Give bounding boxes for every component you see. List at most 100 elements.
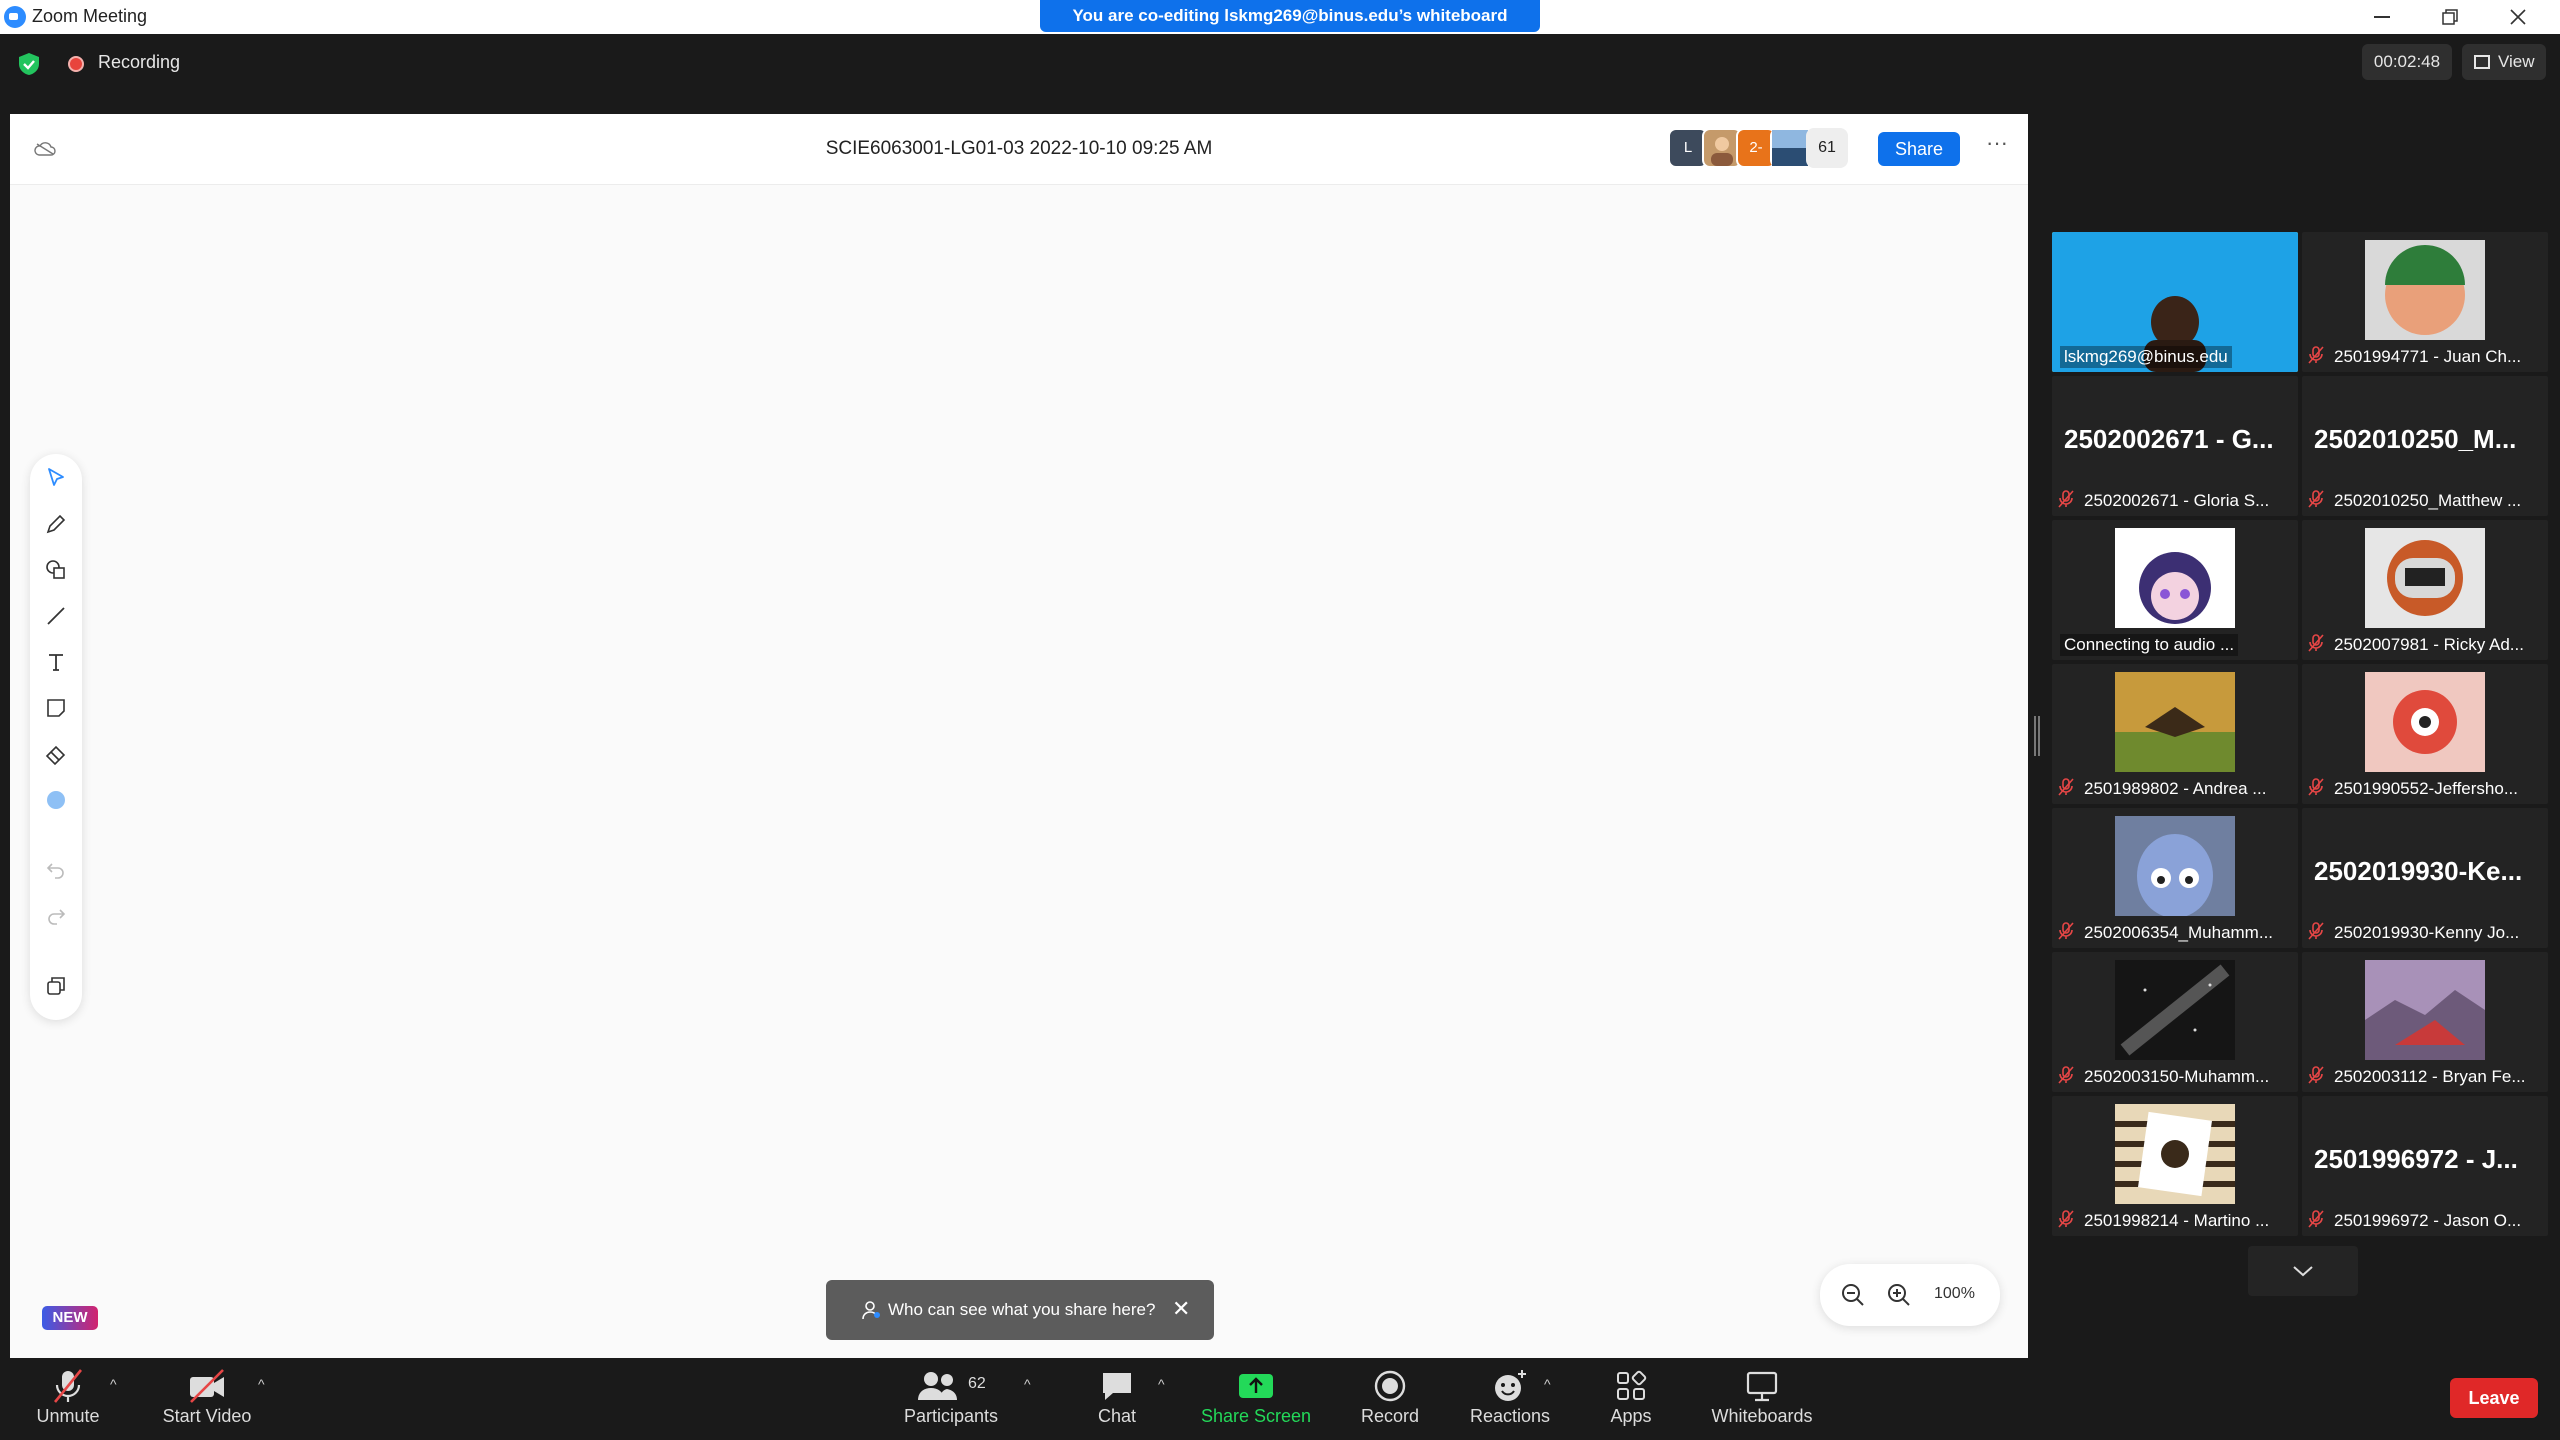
reactions-label: Reactions xyxy=(1469,1406,1551,1426)
participant-name: 2501998214 - Martino ... xyxy=(2084,1211,2270,1230)
color-picker[interactable] xyxy=(40,784,72,816)
whiteboard-icon xyxy=(1746,1371,1778,1402)
shapes-tool[interactable] xyxy=(40,554,72,586)
participant-name: 2502019930-Kenny Jo... xyxy=(2334,923,2520,942)
muted-mic-icon xyxy=(2058,1210,2074,1228)
whiteboards-button[interactable]: Whiteboards xyxy=(1700,1368,1824,1427)
video-tile[interactable]: 2501998214 - Martino ... xyxy=(2052,1096,2298,1236)
muted-mic-icon xyxy=(2058,1066,2074,1084)
leave-button[interactable]: Leave xyxy=(2450,1378,2538,1418)
avatar-image xyxy=(2365,528,2485,628)
muted-mic-icon xyxy=(53,1369,83,1403)
video-options-caret[interactable]: ^ xyxy=(258,1376,265,1392)
whiteboard-canvas[interactable]: SCIE6063001-LG01-03 2022-10-10 09:25 AM … xyxy=(10,114,2028,1358)
undo-button[interactable] xyxy=(40,854,72,886)
cursor-arrow-icon xyxy=(48,468,64,486)
avatar-image xyxy=(2365,240,2485,340)
share-screen-button[interactable]: Share Screen xyxy=(1196,1368,1316,1427)
participants-button[interactable]: 62 Participants xyxy=(896,1368,1006,1427)
gallery-next-page-button[interactable] xyxy=(2248,1246,2358,1296)
reactions-smiley-icon xyxy=(1495,1370,1526,1401)
zoom-app-icon xyxy=(4,6,26,28)
recording-label: Recording xyxy=(98,52,181,72)
more-options-button[interactable]: ··· xyxy=(1982,132,2012,162)
apps-button[interactable]: Apps xyxy=(1596,1368,1666,1427)
audio-options-caret[interactable]: ^ xyxy=(110,1376,117,1392)
whiteboards-label: Whiteboards xyxy=(1711,1406,1813,1426)
chat-button[interactable]: Chat xyxy=(1084,1368,1150,1427)
sticky-note-tool[interactable] xyxy=(40,692,72,724)
minimize-icon xyxy=(2374,16,2390,18)
color-swatch-icon xyxy=(47,791,65,809)
pen-tool[interactable] xyxy=(40,508,72,540)
grid-view-icon xyxy=(2474,55,2490,69)
record-button[interactable]: Record xyxy=(1352,1368,1428,1427)
video-tile[interactable]: 2502007981 - Ricky Ad... xyxy=(2302,520,2548,660)
participant-big-name: 2502019930-Ke... xyxy=(2314,856,2523,886)
video-tile[interactable]: 2502003112 - Bryan Fe... xyxy=(2302,952,2548,1092)
sticky-note-icon xyxy=(47,699,65,717)
video-tile[interactable]: 2502006354_Muhamm... xyxy=(2052,808,2298,948)
video-tile[interactable]: 2501990552-Jeffersho... xyxy=(2302,664,2548,804)
start-video-button[interactable]: Start Video xyxy=(152,1368,262,1427)
participant-big-name: 2501996972 - J... xyxy=(2314,1144,2518,1174)
avatar-image xyxy=(2365,672,2485,772)
toast-text: Who can see what you share here? xyxy=(888,1300,1156,1319)
whiteboard-header: SCIE6063001-LG01-03 2022-10-10 09:25 AM … xyxy=(10,114,2028,185)
text-tool[interactable] xyxy=(40,646,72,678)
avatar[interactable] xyxy=(1770,128,1810,168)
video-tile[interactable]: 2502010250_M... 2502010250_Matthew ... xyxy=(2302,376,2548,516)
meeting-timer: 00:02:48 xyxy=(2362,44,2452,80)
eraser-icon xyxy=(45,745,66,766)
pencil-icon xyxy=(46,514,66,534)
muted-mic-icon xyxy=(2058,778,2074,796)
zoom-out-icon[interactable] xyxy=(1840,1282,1866,1308)
view-button[interactable]: View xyxy=(2462,44,2546,80)
chat-options-caret[interactable]: ^ xyxy=(1158,1376,1165,1392)
video-tile[interactable]: 2502003150-Muhamm... xyxy=(2052,952,2298,1092)
video-tile[interactable]: 2501994771 - Juan Ch... xyxy=(2302,232,2548,372)
close-button[interactable] xyxy=(2484,0,2552,34)
close-icon[interactable]: ✕ xyxy=(1172,1296,1190,1322)
participant-name: 2502002671 - Gloria S... xyxy=(2084,491,2270,510)
apps-grid-icon xyxy=(1617,1370,1647,1400)
participant-name: 2502010250_Matthew ... xyxy=(2334,491,2522,510)
record-label: Record xyxy=(1360,1406,1420,1426)
new-feature-badge[interactable]: NEW xyxy=(42,1306,98,1330)
line-tool[interactable] xyxy=(40,600,72,632)
panel-resize-handle[interactable] xyxy=(2034,716,2040,756)
undo-icon xyxy=(46,863,64,879)
video-tile[interactable]: 2501996972 - J... 2501996972 - Jason O..… xyxy=(2302,1096,2548,1236)
encryption-shield-icon[interactable] xyxy=(18,52,40,76)
video-tile[interactable]: lskmg269@binus.edu xyxy=(2052,232,2298,372)
share-screen-label: Share Screen xyxy=(1200,1406,1312,1426)
avatar-image xyxy=(2115,528,2235,628)
share-whiteboard-button[interactable]: Share xyxy=(1878,132,1960,166)
eraser-tool[interactable] xyxy=(40,738,72,770)
minimize-button[interactable] xyxy=(2348,0,2416,34)
avatar-image xyxy=(2115,816,2235,916)
video-tile[interactable]: 2502019930-Ke... 2502019930-Kenny Jo... xyxy=(2302,808,2548,948)
view-button-label: View xyxy=(2498,52,2535,71)
unmute-label: Unmute xyxy=(36,1406,100,1426)
video-tile[interactable]: Connecting to audio ... xyxy=(2052,520,2298,660)
person-icon xyxy=(862,1301,880,1320)
zoom-level[interactable]: 100% xyxy=(1934,1285,1975,1303)
muted-mic-icon xyxy=(2308,1210,2324,1228)
participants-options-caret[interactable]: ^ xyxy=(1024,1376,1031,1392)
video-tile[interactable]: 2502002671 - G... 2502002671 - Gloria S.… xyxy=(2052,376,2298,516)
unmute-button[interactable]: Unmute xyxy=(28,1368,108,1427)
video-tile[interactable]: 2501989802 - Andrea ... xyxy=(2052,664,2298,804)
restore-button[interactable] xyxy=(2416,0,2484,34)
participant-count-badge[interactable]: 61 xyxy=(1806,128,1848,168)
redo-button[interactable] xyxy=(40,900,72,932)
zoom-in-icon[interactable] xyxy=(1886,1282,1912,1308)
reactions-options-caret[interactable]: ^ xyxy=(1544,1376,1551,1392)
video-gallery: lskmg269@binus.edu 2501994771 - Juan Ch.… xyxy=(2052,232,2548,1240)
sharing-visibility-toast[interactable]: Who can see what you share here? ✕ xyxy=(826,1280,1214,1340)
text-icon xyxy=(49,654,63,671)
muted-mic-icon xyxy=(2308,490,2324,508)
pages-button[interactable] xyxy=(40,970,72,1002)
select-tool[interactable] xyxy=(40,462,72,494)
muted-mic-icon xyxy=(2058,490,2074,508)
